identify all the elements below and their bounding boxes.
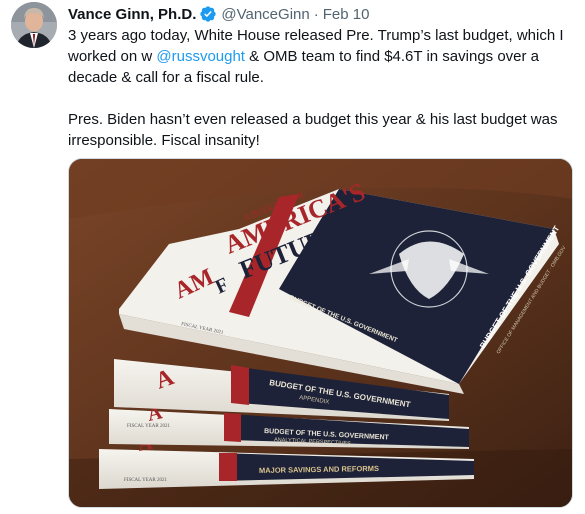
author-handle[interactable]: @VanceGinn <box>221 6 309 23</box>
tweet-media-photo[interactable]: MAJOR SAVINGS AND REFORMS FISCAL YEAR 20… <box>68 158 573 508</box>
author-avatar[interactable] <box>11 2 57 48</box>
tweet-paragraph-2: Pres. Biden hasn’t even released a budge… <box>68 111 558 149</box>
fiscal-year-label: FISCAL YEAR 2021 <box>127 424 170 429</box>
tweet-header: Vance Ginn, Ph.D. @VanceGinn · Feb 10 <box>68 3 369 25</box>
verified-badge-icon <box>199 5 217 23</box>
tweet-text: 3 years ago today, White House released … <box>68 25 578 151</box>
fiscal-year-label: FISCAL YEAR 2021 <box>124 478 167 483</box>
author-display-name[interactable]: Vance Ginn, Ph.D. <box>68 6 196 23</box>
tweet-date[interactable]: Feb 10 <box>323 6 370 23</box>
mention-link[interactable]: @russvought <box>156 48 245 65</box>
tweet: Vance Ginn, Ph.D. @VanceGinn · Feb 10 3 … <box>0 0 585 514</box>
tweet-paragraph-1: 3 years ago today, White House released … <box>68 25 578 88</box>
header-separator: · <box>313 5 319 23</box>
